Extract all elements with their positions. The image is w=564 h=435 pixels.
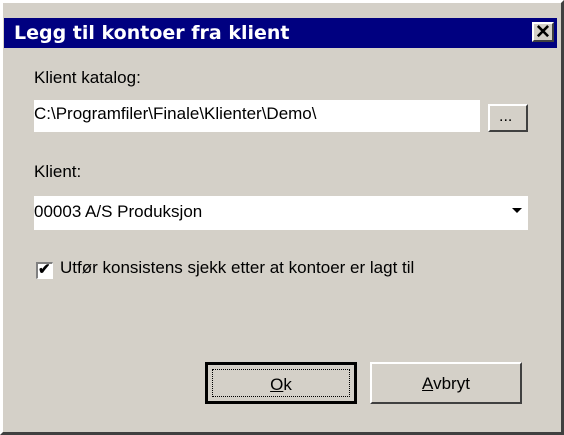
consistency-checkbox[interactable]: ✔ <box>36 261 53 279</box>
browse-button[interactable]: ... <box>488 104 528 132</box>
dialog-title: Legg til kontoer fra klient <box>14 22 290 44</box>
chevron-down-icon[interactable] <box>512 208 522 213</box>
cancel-label: vbryt <box>433 374 470 393</box>
catalog-label: Klient katalog: <box>34 68 141 87</box>
catalog-path-field[interactable]: C:\Programfiler\Finale\Klienter\Demo\ <box>34 100 480 132</box>
consistency-label[interactable]: Utfør konsistens sjekk etter at kontoer … <box>60 258 414 278</box>
ok-accelerator: O <box>270 375 284 394</box>
title-bar[interactable]: Legg til kontoer fra klient ✕ <box>4 18 557 48</box>
ok-button[interactable]: Ok <box>205 362 357 404</box>
client-dropdown[interactable]: 00003 A/S Produksjon <box>34 196 528 230</box>
cancel-button[interactable]: Avbryt <box>370 362 522 404</box>
client-selected-value: 00003 A/S Produksjon <box>34 202 203 221</box>
client-label: Klient: <box>34 162 82 181</box>
close-button[interactable]: ✕ <box>532 22 554 43</box>
ok-label: k <box>283 375 292 394</box>
cancel-accelerator: A <box>422 374 434 393</box>
browse-label: ... <box>499 108 513 125</box>
checkmark-icon: ✔ <box>38 261 51 278</box>
catalog-path-value: C:\Programfiler\Finale\Klienter\Demo\ <box>34 104 317 123</box>
close-icon: ✕ <box>535 22 551 43</box>
